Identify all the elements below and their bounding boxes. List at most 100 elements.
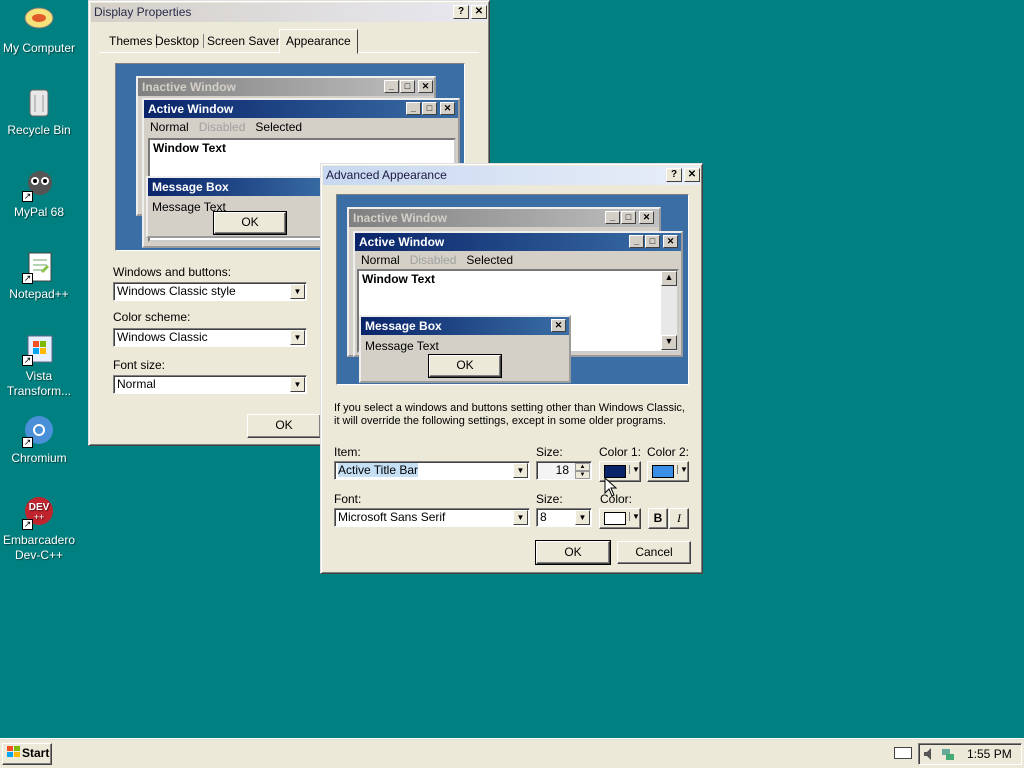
desktop-icon-mypal[interactable]: ↗ MyPal 68 — [0, 168, 78, 220]
font-size-combo[interactable]: Normal ▼ — [113, 375, 307, 394]
info-text-line1: If you select a windows and buttons sett… — [334, 402, 685, 414]
display-properties-titlebar[interactable]: Display Properties — [91, 3, 487, 22]
color-scheme-combo[interactable]: Windows Classic ▼ — [113, 328, 307, 347]
desktop-icon-notepad[interactable]: ↗ Notepad++ — [0, 250, 78, 302]
menu-normal: Normal — [150, 120, 189, 134]
vista-transform-icon: ↗ — [22, 332, 56, 366]
menu-selected: Selected — [466, 253, 514, 267]
svg-text:++: ++ — [34, 512, 45, 522]
devcpp-icon: DEV ++ ↗ — [22, 496, 56, 530]
menu-disabled: Disabled — [409, 253, 457, 267]
font-size-label: Font size: — [113, 358, 166, 372]
tab-label: Desktop — [155, 34, 200, 48]
chromium-icon: ↗ — [22, 414, 56, 448]
scroll-up-icon: ▲ — [661, 271, 677, 286]
preview-msgbox-title: Message Box — [148, 178, 332, 196]
color2-swatch — [652, 465, 674, 478]
preview-menu: Normal Disabled Selected — [150, 120, 302, 134]
help-button[interactable]: ? — [453, 5, 469, 19]
tab-appearance[interactable]: Appearance — [279, 29, 358, 54]
system-tray: 1:55 PM — [918, 743, 1022, 765]
tab-bar: Themes Desktop Screen Saver Appearance — [99, 29, 479, 54]
desktop-icon-vista[interactable]: ↗ Vista Transform... — [0, 332, 78, 399]
windows-logo-icon — [7, 746, 20, 757]
clock[interactable]: 1:55 PM — [967, 747, 1012, 761]
tab-screen-saver[interactable]: Screen Saver — [203, 34, 285, 48]
network-icon[interactable] — [941, 747, 955, 761]
chevron-down-icon: ▼ — [677, 465, 688, 474]
close-icon: ✕ — [551, 319, 566, 332]
advanced-cancel-button[interactable]: Cancel — [617, 541, 691, 564]
keyboard-icon[interactable] — [894, 747, 912, 759]
desktop-icon-devcpp[interactable]: DEV ++ ↗ Embarcadero Dev-C++ — [0, 496, 78, 563]
my-computer-icon — [22, 4, 56, 38]
minimize-icon: _ — [406, 102, 421, 115]
preview-scrollbar: ▲ ▼ — [661, 271, 677, 351]
maximize-icon: □ — [400, 80, 415, 93]
item-combo[interactable]: Active Title Bar ▼ — [334, 461, 530, 480]
dialog-title: Advanced Appearance — [326, 168, 447, 182]
menu-disabled: Disabled — [198, 120, 246, 134]
windows-buttons-label: Windows and buttons: — [113, 265, 232, 279]
desktop-icon-recycle-bin[interactable]: Recycle Bin — [0, 86, 78, 138]
help-button[interactable]: ? — [666, 168, 682, 182]
tab-label: Screen Saver — [207, 34, 280, 48]
menu-selected: Selected — [255, 120, 303, 134]
item-size-spinner[interactable]: 18 ▲ ▼ — [536, 461, 592, 480]
color1-label: Color 1: — [599, 445, 642, 459]
tab-desktop[interactable]: Desktop — [151, 34, 205, 48]
preview-message-box: Message Box ✕ Message Text OK — [359, 315, 571, 383]
chevron-down-icon: ▼ — [629, 512, 640, 521]
italic-button[interactable]: I — [669, 508, 689, 529]
color2-picker[interactable]: ▼ — [647, 461, 689, 482]
window-title: Display Properties — [94, 5, 192, 19]
notepad-plus-plus-icon: ↗ — [22, 250, 56, 284]
font-color-swatch — [604, 512, 626, 525]
spinner-down-icon[interactable]: ▼ — [575, 471, 590, 479]
preview-ok-button: OK — [428, 354, 502, 378]
preview-msg-text: Message Text — [365, 339, 439, 353]
spinner-up-icon[interactable]: ▲ — [575, 463, 590, 471]
close-icon: ✕ — [663, 235, 678, 248]
desktop-icon-label: Vista Transform... — [6, 369, 72, 398]
desktop-icon-label: MyPal 68 — [13, 205, 65, 219]
tab-label: Themes — [109, 34, 153, 48]
preview-menu: Normal Disabled Selected — [361, 253, 513, 267]
menu-normal: Normal — [361, 253, 400, 267]
info-text-line2: it will override the following settings,… — [334, 415, 666, 427]
minimize-icon: _ — [384, 80, 399, 93]
item-size-label: Size: — [536, 445, 563, 459]
font-size-combo[interactable]: 8 ▼ — [536, 508, 592, 527]
start-button[interactable]: Start — [2, 743, 52, 765]
font-combo[interactable]: Microsoft Sans Serif ▼ — [334, 508, 530, 527]
desktop-icon-my-computer[interactable]: My Computer — [0, 4, 78, 56]
item-label: Item: — [334, 445, 361, 459]
close-button[interactable]: ✕ — [684, 168, 700, 182]
recycle-bin-icon — [22, 86, 56, 120]
maximize-icon: □ — [621, 211, 636, 224]
font-color-picker[interactable]: ▼ — [599, 508, 641, 529]
tab-label: Appearance — [286, 34, 351, 48]
advanced-ok-button[interactable]: OK — [535, 540, 611, 565]
start-label: Start — [22, 746, 50, 760]
advanced-appearance-dialog: Advanced Appearance ? ✕ Inactive Window … — [320, 163, 703, 574]
close-icon: ✕ — [418, 80, 433, 93]
mypal-icon: ↗ — [22, 168, 56, 202]
chevron-down-icon: ▼ — [575, 510, 590, 525]
bold-button[interactable]: B — [648, 508, 668, 529]
chevron-down-icon: ▼ — [629, 465, 640, 474]
advanced-appearance-titlebar[interactable]: Advanced Appearance — [323, 166, 700, 185]
display-ok-button[interactable]: OK — [247, 414, 321, 438]
font-label: Font: — [334, 492, 362, 506]
desktop-icon-chromium[interactable]: ↗ Chromium — [0, 414, 78, 466]
windows-buttons-combo[interactable]: Windows Classic style ▼ — [113, 282, 307, 301]
chevron-down-icon: ▼ — [290, 377, 305, 392]
close-icon: ✕ — [440, 102, 455, 115]
close-button[interactable]: ✕ — [471, 5, 487, 19]
chevron-down-icon: ▼ — [290, 284, 305, 299]
volume-icon[interactable] — [923, 747, 937, 761]
tab-themes[interactable]: Themes — [105, 34, 158, 48]
close-icon: ✕ — [639, 211, 654, 224]
desktop-icon-label: My Computer — [2, 41, 76, 55]
scroll-down-icon: ▼ — [661, 335, 677, 350]
